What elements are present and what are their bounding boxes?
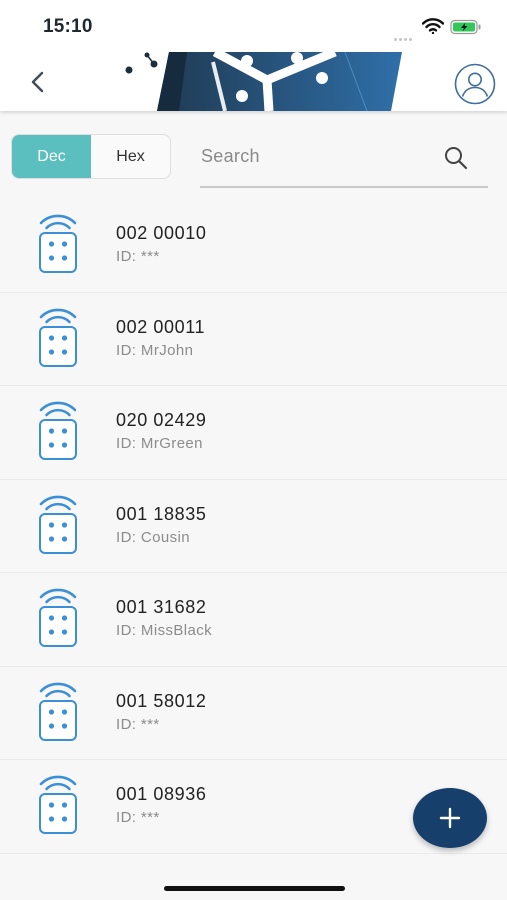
remote-number: 001 31682 bbox=[116, 597, 207, 617]
remote-list-item[interactable]: 002 00010 ID: *** bbox=[0, 199, 507, 293]
remote-number: 001 58012 bbox=[116, 690, 207, 711]
profile-button[interactable] bbox=[454, 63, 496, 105]
remote-list-item[interactable]: 020 02429 ID: MrGreen bbox=[0, 386, 507, 480]
remote-list-item[interactable]: 001 58012 ID: *** bbox=[0, 666, 507, 760]
remote-control-icon bbox=[39, 682, 77, 741]
remote-id: ID: MrGreen bbox=[116, 435, 203, 452]
remote-number: 001 18835 bbox=[116, 503, 207, 524]
home-indicator bbox=[164, 886, 345, 891]
remote-list-item[interactable]: 001 31682 ID: MissBlack bbox=[0, 573, 507, 667]
app-header bbox=[0, 52, 507, 111]
remote-control-icon bbox=[39, 495, 77, 554]
search-input[interactable] bbox=[201, 141, 426, 171]
remote-control-icon bbox=[39, 214, 77, 273]
remote-id: ID: *** bbox=[116, 715, 160, 733]
remote-number: 002 00011 bbox=[116, 316, 206, 337]
cellular-signal-icon bbox=[394, 28, 416, 41]
remote-id: ID: Cousin bbox=[116, 528, 191, 546]
banner-logo-image bbox=[125, 52, 402, 111]
list-toolbar: Dec Hex bbox=[0, 111, 507, 199]
battery-charging-icon bbox=[450, 19, 481, 35]
back-button[interactable] bbox=[22, 66, 54, 98]
hex-button[interactable]: Hex bbox=[91, 135, 170, 178]
remote-list-item[interactable]: 002 00011 ID: MrJohn bbox=[0, 292, 507, 386]
remote-id: ID: *** bbox=[116, 248, 160, 265]
remote-number: 020 02429 bbox=[116, 410, 207, 430]
remote-id: ID: *** bbox=[116, 809, 160, 826]
remote-id: ID: MissBlack bbox=[116, 622, 213, 639]
plus-icon bbox=[439, 807, 461, 829]
number-format-toggle: Dec Hex bbox=[11, 134, 171, 179]
remote-list: 002 00010 ID: *** 002 00011 ID: MrJohn 0… bbox=[0, 199, 507, 854]
search-icon[interactable] bbox=[443, 145, 469, 171]
add-remote-button[interactable] bbox=[413, 788, 487, 848]
wifi-icon bbox=[422, 18, 444, 34]
remote-control-icon bbox=[39, 401, 77, 460]
remote-control-icon bbox=[39, 588, 77, 647]
remote-number: 001 08936 bbox=[116, 784, 207, 804]
remote-id: ID: MrJohn bbox=[116, 341, 194, 359]
remote-control-icon bbox=[39, 308, 77, 367]
status-bar: 15:10 bbox=[0, 0, 507, 52]
remote-list-item[interactable]: 001 18835 ID: Cousin bbox=[0, 479, 507, 573]
remote-number: 002 00010 bbox=[116, 223, 207, 243]
remote-control-icon bbox=[39, 775, 77, 834]
search-underline bbox=[200, 186, 488, 188]
status-time: 15:10 bbox=[43, 16, 93, 37]
dec-button[interactable]: Dec bbox=[12, 135, 91, 178]
